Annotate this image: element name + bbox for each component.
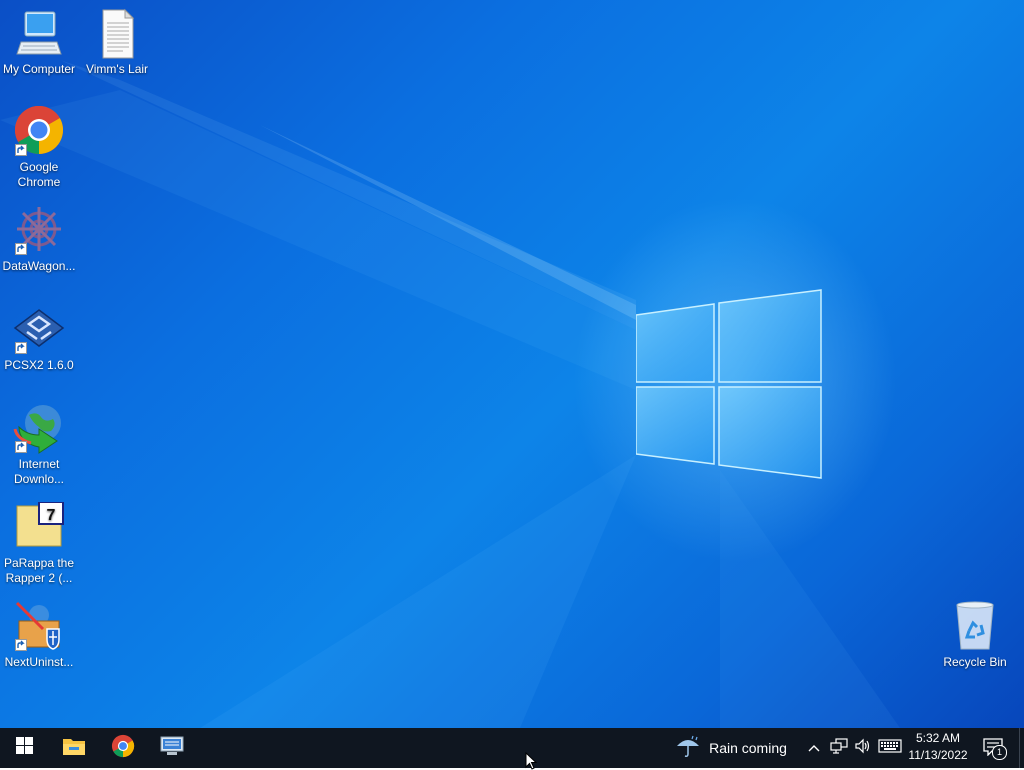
weather-widget[interactable]: Rain coming	[672, 728, 790, 768]
notification-count-badge: 1	[992, 745, 1007, 760]
desktop-icon-label: Recycle Bin	[943, 655, 1007, 669]
desktop-icon-label: PaRappa the Rapper 2 (...	[3, 556, 75, 585]
start-button[interactable]	[0, 728, 48, 768]
pcsx2-icon	[13, 304, 65, 356]
action-center-button[interactable]: 1	[980, 728, 1008, 768]
desktop-icon-internet-download-manager[interactable]: Internet Downlo...	[1, 403, 77, 487]
shortcut-arrow-icon	[15, 144, 27, 156]
show-desktop-button[interactable]	[1019, 728, 1024, 768]
desktop-icon-label: Vimm's Lair	[85, 62, 149, 76]
uninstaller-icon	[13, 601, 65, 653]
clock[interactable]: 5:32 AM 11/13/2022	[900, 730, 976, 764]
desktop-icon-nextuninstaller[interactable]: NextUninst...	[1, 601, 77, 670]
idm-icon	[13, 403, 65, 455]
action-center-icon: 1	[983, 738, 1007, 760]
recycle-bin-icon	[949, 601, 1001, 653]
text-file-icon	[91, 8, 143, 60]
chrome-icon	[111, 734, 135, 763]
desktop-icon-label: PCSX2 1.6.0	[4, 358, 74, 372]
shortcut-arrow-icon	[15, 342, 27, 354]
wallpaper-beams	[0, 60, 900, 728]
keyboard-icon	[878, 738, 902, 758]
mouse-cursor-icon	[525, 752, 538, 770]
desktop-icon-label: My Computer	[2, 62, 76, 76]
desktop-icon-label: DataWagon...	[2, 259, 76, 273]
clock-date: 11/13/2022	[908, 748, 968, 762]
desktop-icon-datawagon[interactable]: DataWagon...	[1, 205, 77, 274]
folder-icon	[62, 736, 86, 761]
datawagon-icon	[13, 205, 65, 257]
shortcut-arrow-icon	[15, 441, 27, 453]
svg-text:7: 7	[47, 507, 56, 524]
desktop-icon-label: Google Chrome	[17, 160, 61, 189]
windows-logo-icon	[15, 737, 33, 759]
desktop-icon-pcsx2[interactable]: PCSX2 1.6.0	[1, 304, 77, 373]
7zip-archive-icon: 7	[13, 502, 65, 554]
remote-desktop-icon	[159, 735, 185, 762]
clock-time: 5:32 AM	[915, 731, 961, 745]
network-icon	[830, 737, 848, 759]
desktop-icon-parappa-the-rapper-2[interactable]: 7 PaRappa the Rapper 2 (...	[1, 502, 77, 586]
volume-icon	[854, 738, 872, 759]
computer-icon	[13, 8, 65, 60]
show-hidden-icons-button[interactable]	[804, 728, 824, 768]
desktop-icon-my-computer[interactable]: My Computer	[1, 8, 77, 77]
taskbar: Rain coming 5:32 AM 11/13/2022 1	[0, 728, 1024, 768]
rain-umbrella-icon	[675, 734, 701, 763]
shortcut-arrow-icon	[15, 243, 27, 255]
shortcut-arrow-icon	[15, 639, 27, 651]
weather-text: Rain coming	[709, 740, 787, 756]
desktop[interactable]: My Computer Vimm's Lair Google Chrome Da…	[0, 0, 1024, 728]
desktop-icon-recycle-bin[interactable]: Recycle Bin	[937, 601, 1013, 670]
taskbar-chrome[interactable]	[99, 728, 147, 768]
taskbar-remote-desktop[interactable]	[148, 728, 196, 768]
desktop-icon-label: Internet Downlo...	[13, 457, 65, 486]
desktop-icon-label: NextUninst...	[4, 655, 74, 669]
desktop-icon-vimms-lair[interactable]: Vimm's Lair	[79, 8, 155, 77]
network-button[interactable]	[828, 728, 850, 768]
wallpaper-windows-logo	[636, 289, 822, 479]
taskbar-file-explorer[interactable]	[50, 728, 98, 768]
chevron-up-icon	[808, 739, 820, 757]
volume-button[interactable]	[852, 728, 874, 768]
desktop-icon-google-chrome[interactable]: Google Chrome	[1, 106, 77, 190]
chrome-icon	[13, 106, 65, 158]
